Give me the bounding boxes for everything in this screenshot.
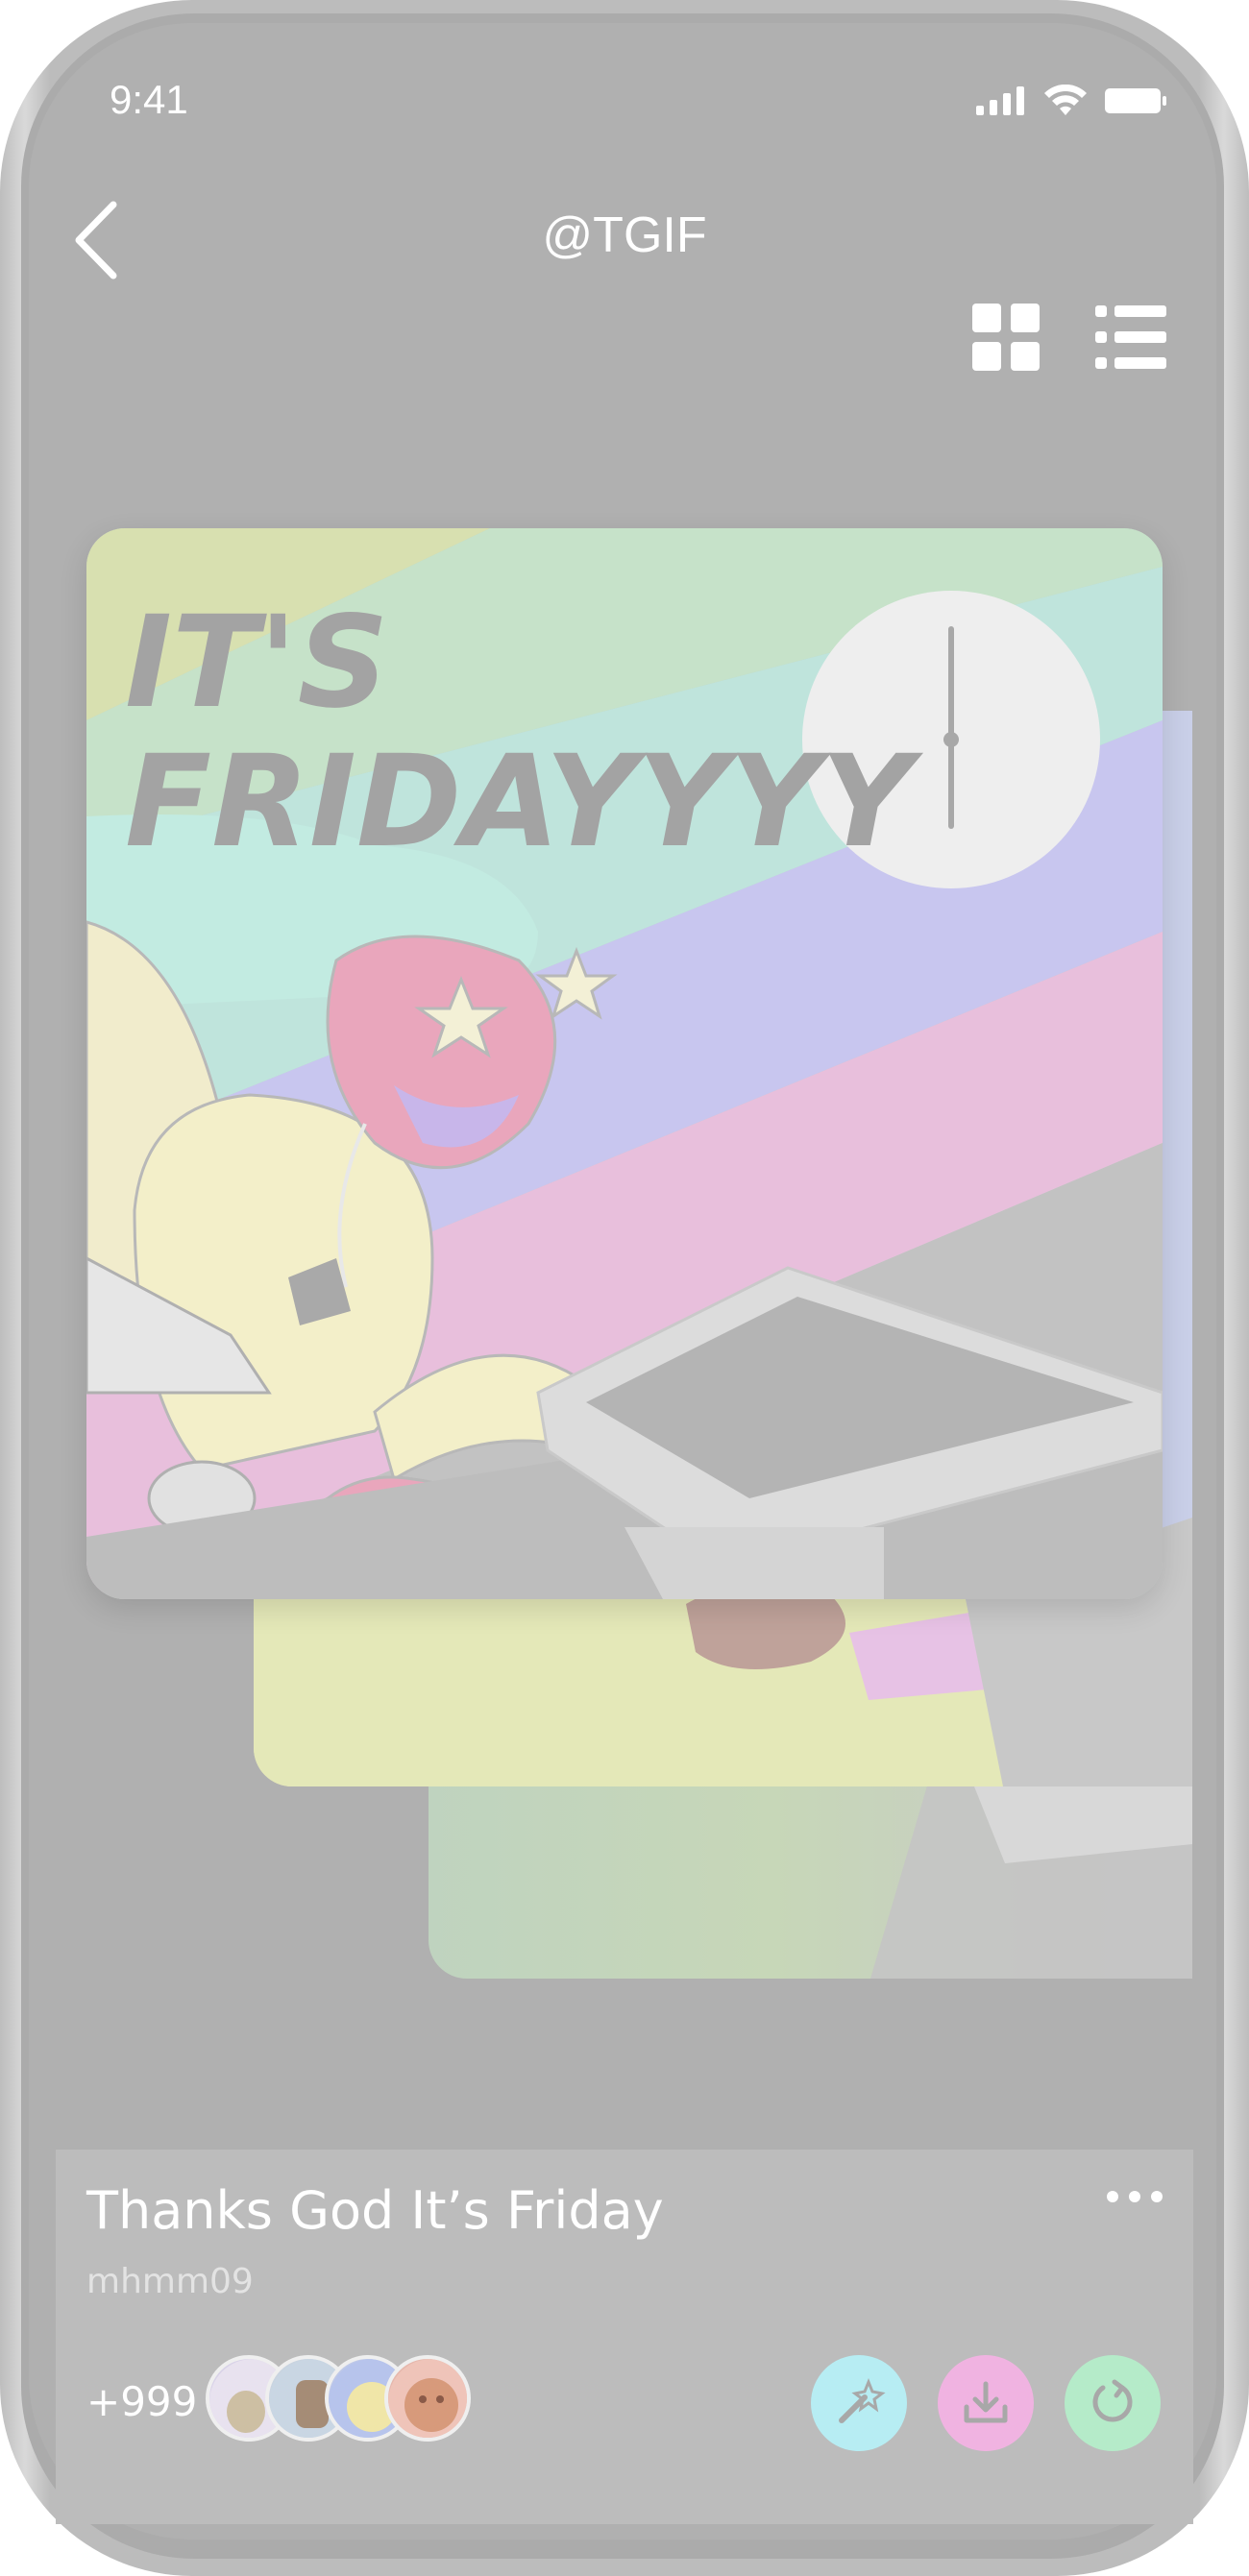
download-icon (964, 2381, 1008, 2423)
more-horizontal-icon (1107, 2191, 1163, 2202)
listener-avatars[interactable] (206, 2355, 494, 2447)
avatar (384, 2355, 471, 2442)
status-time: 9:41 (110, 77, 188, 122)
magic-button[interactable] (811, 2355, 907, 2451)
list-view-button[interactable] (1095, 304, 1166, 371)
list-view-icon (1095, 305, 1166, 369)
page-title: @TGIF (542, 207, 707, 263)
wifi-icon (1044, 85, 1087, 115)
signal-icon (976, 86, 1024, 115)
more-options-button[interactable] (1105, 2182, 1164, 2211)
listener-count: +999 (86, 2378, 198, 2425)
download-button[interactable] (938, 2355, 1034, 2451)
refresh-icon (1092, 2379, 1133, 2422)
artwork-headline-line2: FRIDAYYYY (125, 728, 923, 876)
track-artist[interactable]: mhmm09 (86, 2262, 254, 2301)
track-title: Thanks God It’s Friday (86, 2180, 664, 2241)
battery-icon (1105, 88, 1166, 113)
status-icons (976, 85, 1168, 117)
grid-view-icon (972, 304, 1040, 371)
artwork-headline-line1: IT'S (125, 589, 389, 737)
refresh-button[interactable] (1065, 2355, 1161, 2451)
magic-wand-icon (839, 2377, 886, 2423)
album-art-front: IT'S FRIDAYYYY (86, 528, 1163, 1599)
grid-view-button[interactable] (972, 304, 1040, 371)
album-card-front[interactable]: IT'S FRIDAYYYY (86, 528, 1163, 1599)
